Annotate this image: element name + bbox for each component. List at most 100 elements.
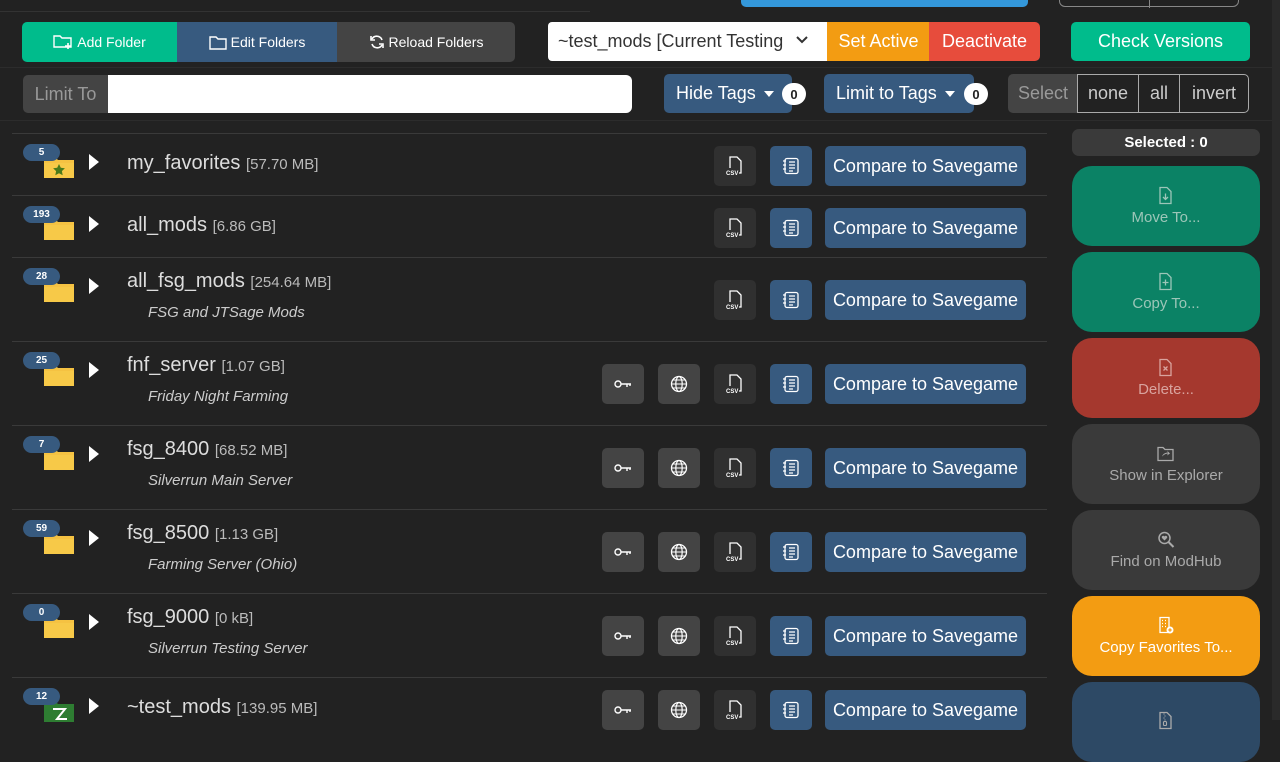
add-folder-label: Add Folder [77, 34, 146, 50]
expand-arrow-icon[interactable] [89, 154, 99, 170]
chevron-down-icon [796, 36, 808, 44]
copy-favorites-to-button[interactable]: Copy Favorites To... [1072, 596, 1260, 676]
expand-arrow-icon[interactable] [89, 530, 99, 546]
server-password-button[interactable] [602, 364, 644, 404]
folder-row[interactable]: 12 ~test_mods [139.95 MB] CSV Compare to … [12, 677, 1047, 739]
compare-to-savegame-button[interactable]: Compare to Savegame [825, 364, 1026, 404]
server-website-button[interactable] [658, 532, 700, 572]
export-csv-button[interactable]: CSV [714, 616, 756, 656]
server-website-button[interactable] [658, 364, 700, 404]
folder-row[interactable]: 7 fsg_8400 [68.52 MB] Silverrun Main Ser… [12, 425, 1047, 509]
folder-row[interactable]: 0 fsg_9000 [0 kB] Silverrun Testing Serv… [12, 593, 1047, 677]
expand-arrow-icon[interactable] [89, 614, 99, 630]
server-password-button[interactable] [602, 532, 644, 572]
server-website-button[interactable] [658, 616, 700, 656]
zip-export-button[interactable] [1072, 682, 1260, 762]
export-csv-button[interactable]: CSV [714, 146, 756, 186]
expand-arrow-icon[interactable] [89, 698, 99, 714]
delete-button[interactable]: Delete... [1072, 338, 1260, 418]
folder-row[interactable]: 25 fnf_server [1.07 GB] Friday Night Far… [12, 341, 1047, 425]
edit-folders-button[interactable]: Edit Folders [177, 22, 337, 62]
export-csv-button[interactable]: CSV [714, 448, 756, 488]
add-folder-button[interactable]: Add Folder [22, 22, 177, 62]
show-in-explorer-button[interactable]: Show in Explorer [1072, 424, 1260, 504]
export-csv-button[interactable]: CSV [714, 280, 756, 320]
select-all-button[interactable]: all [1138, 74, 1180, 113]
file-move-icon [1159, 186, 1172, 205]
mod-count-badge: 25 [23, 352, 60, 369]
folder-details-button[interactable] [770, 146, 812, 186]
compare-to-savegame-button[interactable]: Compare to Savegame [825, 146, 1026, 186]
server-password-button[interactable] [602, 690, 644, 730]
folder-details-button[interactable] [770, 690, 812, 730]
compare-to-savegame-button[interactable]: Compare to Savegame [825, 208, 1026, 248]
globe-icon [670, 701, 688, 719]
scrollbar[interactable] [1272, 0, 1280, 720]
compare-to-savegame-button[interactable]: Compare to Savegame [825, 448, 1026, 488]
check-versions-button[interactable]: Check Versions [1071, 22, 1250, 61]
select-none-button[interactable]: none [1077, 74, 1139, 113]
folder-size: [68.52 MB] [214, 442, 288, 459]
hide-tags-button[interactable]: Hide Tags 0 [664, 74, 806, 113]
expand-arrow-icon[interactable] [89, 446, 99, 462]
folder-name: all_mods [6.86 GB] [127, 214, 276, 237]
server-website-button[interactable] [658, 448, 700, 488]
mod-count-badge: 193 [23, 206, 60, 223]
folder-row[interactable]: 5 my_favorites [57.70 MB] CSV Compare to … [12, 133, 1047, 195]
expand-arrow-icon[interactable] [89, 216, 99, 232]
hide-tags-count-badge: 0 [782, 83, 806, 105]
compare-to-savegame-button[interactable]: Compare to Savegame [825, 690, 1026, 730]
folder-description: Silverrun Testing Server [148, 640, 308, 657]
export-csv-button[interactable]: CSV [714, 532, 756, 572]
folder-size: [6.86 GB] [212, 218, 276, 235]
compare-to-savegame-button[interactable]: Compare to Savegame [825, 616, 1026, 656]
limit-to-tags-button[interactable]: Limit to Tags 0 [824, 74, 988, 113]
compare-to-savegame-button[interactable]: Compare to Savegame [825, 280, 1026, 320]
action-label: Move To... [1131, 209, 1201, 226]
find-on-modhub-button[interactable]: Find on ModHub [1072, 510, 1260, 590]
folder-icon [208, 35, 227, 50]
folder-name-text: fsg_8400 [127, 438, 210, 460]
folder-actions: CSV Compare to Savegame [602, 690, 1026, 730]
divider [0, 67, 1280, 68]
folder-row[interactable]: 193 all_mods [6.86 GB] CSV Compare to Sav… [12, 195, 1047, 257]
file-copy-icon [1159, 272, 1172, 291]
folder-actions: CSV Compare to Savegame [602, 448, 1026, 488]
active-folder-select[interactable]: ~test_mods [Current Testing [548, 22, 828, 61]
export-csv-button[interactable]: CSV [714, 690, 756, 730]
top-blue-button[interactable] [741, 0, 1028, 7]
file-zip-icon [1159, 711, 1172, 729]
export-csv-button[interactable]: CSV [714, 364, 756, 404]
folder-row[interactable]: 28 all_fsg_mods [254.64 MB] FSG and JTSa… [12, 257, 1047, 341]
folder-details-button[interactable] [770, 616, 812, 656]
folder-details-button[interactable] [770, 280, 812, 320]
server-password-button[interactable] [602, 616, 644, 656]
svg-text:CSV: CSV [726, 389, 738, 394]
folder-details-button[interactable] [770, 364, 812, 404]
folder-details-button[interactable] [770, 208, 812, 248]
folder-details-button[interactable] [770, 448, 812, 488]
reload-folders-button[interactable]: Reload Folders [337, 22, 515, 62]
top-outline-button-group[interactable] [1059, 0, 1239, 8]
folder-name: all_fsg_mods [254.64 MB] [127, 270, 331, 293]
server-website-button[interactable] [658, 690, 700, 730]
expand-arrow-icon[interactable] [89, 362, 99, 378]
folder-actions: CSV Compare to Savegame [602, 532, 1026, 572]
copy-to-button[interactable]: Copy To... [1072, 252, 1260, 332]
folder-details-button[interactable] [770, 532, 812, 572]
deactivate-button[interactable]: Deactivate [929, 22, 1040, 61]
folder-actions: CSV Compare to Savegame [602, 364, 1026, 404]
set-active-button[interactable]: Set Active [827, 22, 930, 61]
divider [0, 11, 590, 12]
expand-arrow-icon[interactable] [89, 278, 99, 294]
search-heart-icon [1158, 531, 1175, 548]
move-to-button[interactable]: Move To... [1072, 166, 1260, 246]
server-password-button[interactable] [602, 448, 644, 488]
compare-to-savegame-button[interactable]: Compare to Savegame [825, 532, 1026, 572]
export-csv-button[interactable]: CSV [714, 208, 756, 248]
limit-to-input[interactable] [108, 75, 632, 113]
folder-name: fsg_8500 [1.13 GB] [127, 522, 278, 545]
limit-to-tags-label: Limit to Tags [836, 83, 937, 103]
folder-row[interactable]: 59 fsg_8500 [1.13 GB] Farming Server (Oh… [12, 509, 1047, 593]
select-invert-button[interactable]: invert [1179, 74, 1249, 113]
